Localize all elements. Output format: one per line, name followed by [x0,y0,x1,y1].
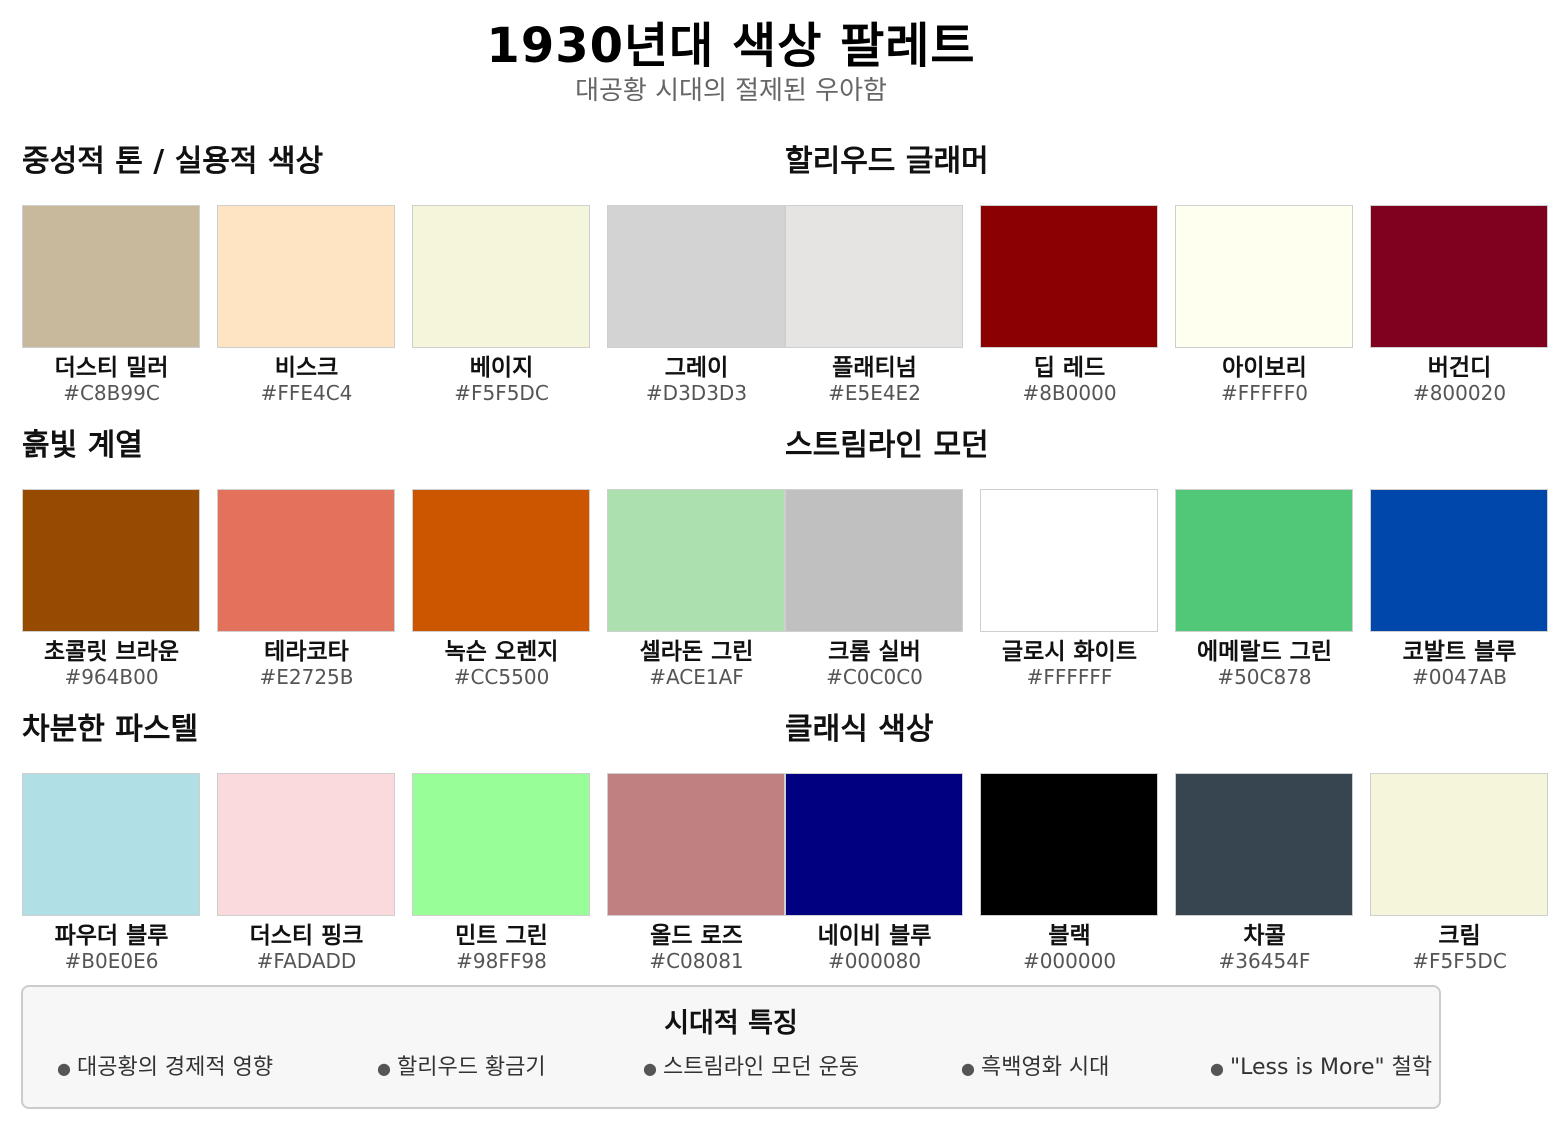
swatch-name: 에메랄드 그린 [1197,639,1332,665]
swatch-hex-code: #FFE4C4 [260,381,353,405]
swatch-hex-code: #98FF98 [456,949,547,973]
group-title-earthy: 흙빛 계열 [22,428,143,463]
color-swatch [607,489,785,632]
color-swatch [412,205,590,348]
swatch-name: 그레이 [664,355,729,381]
swatch-hex-code: #F5F5DC [1412,949,1507,973]
swatch-name: 비스크 [274,355,339,381]
group-title-classic: 클래식 색상 [785,712,934,747]
color-swatch [22,205,200,348]
feature-text: "Less is More" 철학 [1229,1055,1433,1080]
swatch-hex-code: #FFFFF0 [1220,381,1308,405]
bullet-icon: ● [1210,1058,1224,1078]
feature-item: ● 대공황의 경제적 영향 [57,1049,273,1081]
color-swatch [1175,773,1353,916]
swatch-hex-code: #E5E4E2 [828,381,921,405]
era-features-panel: 시대적 특징 ● 대공황의 경제적 영향 ● 할리우드 황금기 ● 스트림라인 모던 … [21,985,1441,1109]
color-swatch [980,489,1158,632]
swatch-name: 크림 [1438,923,1481,949]
feature-item: ● 할리우드 황금기 [377,1049,546,1081]
swatch-hex-code: #E2725B [259,665,354,689]
feature-item: ● 흑백영화 시대 [961,1049,1109,1081]
color-swatch [1370,489,1548,632]
swatch-hex-code: #000080 [827,949,922,973]
swatch-hex-code: #800020 [1412,381,1507,405]
swatch-name: 플래티넘 [832,355,917,381]
bullet-icon: ● [57,1058,71,1078]
swatch-name: 테라코타 [264,639,349,665]
bullet-icon: ● [377,1058,391,1078]
group-title-streamline: 스트림라인 모던 [785,428,989,463]
swatch-hex-code: #C08081 [649,949,744,973]
swatch-name: 파우더 블루 [54,923,169,949]
swatch-hex-code: #0047AB [1411,665,1508,689]
color-swatch [22,489,200,632]
color-swatch [412,773,590,916]
swatch-name: 버건디 [1427,355,1492,381]
color-swatch [217,205,395,348]
group-title-pastel: 차분한 파스텔 [22,712,199,747]
color-swatch [22,773,200,916]
swatch-hex-code: #FADADD [256,949,357,973]
swatch-hex-code: #FFFFFF [1026,665,1113,689]
color-swatch [1370,205,1548,348]
swatch-hex-code: #000000 [1022,949,1117,973]
feature-text: 흑백영화 시대 [980,1055,1110,1080]
feature-item: ● "Less is More" 철학 [1210,1049,1432,1081]
swatch-name: 크롬 실버 [828,639,921,665]
swatch-hex-code: #CC5500 [453,665,550,689]
swatch-hex-code: #50C878 [1217,665,1312,689]
group-title-neutral: 중성적 톤 / 실용적 색상 [22,144,324,179]
color-swatch [785,489,963,632]
swatch-hex-code: #F5F5DC [454,381,549,405]
feature-text: 할리우드 황금기 [396,1055,546,1080]
swatch-name: 블랙 [1048,923,1091,949]
swatch-name: 셀라돈 그린 [639,639,754,665]
feature-item: ● 스트림라인 모던 운동 [643,1049,859,1081]
swatch-hex-code: #36454F [1218,949,1311,973]
color-swatch [785,205,963,348]
bullet-icon: ● [961,1058,975,1078]
swatch-hex-code: #C8B99C [63,381,160,405]
color-swatch [785,773,963,916]
swatch-name: 녹슨 오렌지 [444,639,559,665]
color-swatch [607,205,785,348]
page-subtitle: 대공황 시대의 절제된 우아함 [575,76,887,106]
bullet-icon: ● [643,1058,657,1078]
swatch-hex-code: #C0C0C0 [826,665,923,689]
color-swatch [980,205,1158,348]
color-swatch [607,773,785,916]
swatch-name: 민트 그린 [455,923,548,949]
color-swatch [1370,773,1548,916]
color-swatch [980,773,1158,916]
swatch-name: 올드 로즈 [650,923,743,949]
color-swatch [1175,489,1353,632]
color-swatch [1175,205,1353,348]
swatch-hex-code: #D3D3D3 [645,381,748,405]
group-title-hollywood: 할리우드 글래머 [785,144,989,179]
swatch-name: 초콜릿 브라운 [44,639,179,665]
swatch-name: 네이비 블루 [817,923,932,949]
feature-text: 스트림라인 모던 운동 [662,1055,860,1080]
swatch-hex-code: #B0E0E6 [64,949,159,973]
page-title: 1930년대 색상 팔레트 [486,18,976,74]
swatch-name: 코발트 블루 [1402,639,1517,665]
swatch-hex-code: #ACE1AF [649,665,744,689]
color-swatch [217,489,395,632]
swatch-name: 더스티 핑크 [249,923,364,949]
color-swatch [412,489,590,632]
swatch-name: 딥 레드 [1033,355,1106,381]
color-swatch [217,773,395,916]
era-features-title: 시대적 특징 [664,1008,798,1039]
feature-text: 대공황의 경제적 영향 [76,1055,274,1080]
swatch-name: 차콜 [1243,923,1286,949]
swatch-name: 아이보리 [1222,355,1307,381]
swatch-name: 더스티 밀러 [54,355,169,381]
swatch-hex-code: #964B00 [64,665,159,689]
swatch-name: 베이지 [469,355,534,381]
swatch-name: 글로시 화이트 [1002,639,1137,665]
swatch-hex-code: #8B0000 [1022,381,1117,405]
